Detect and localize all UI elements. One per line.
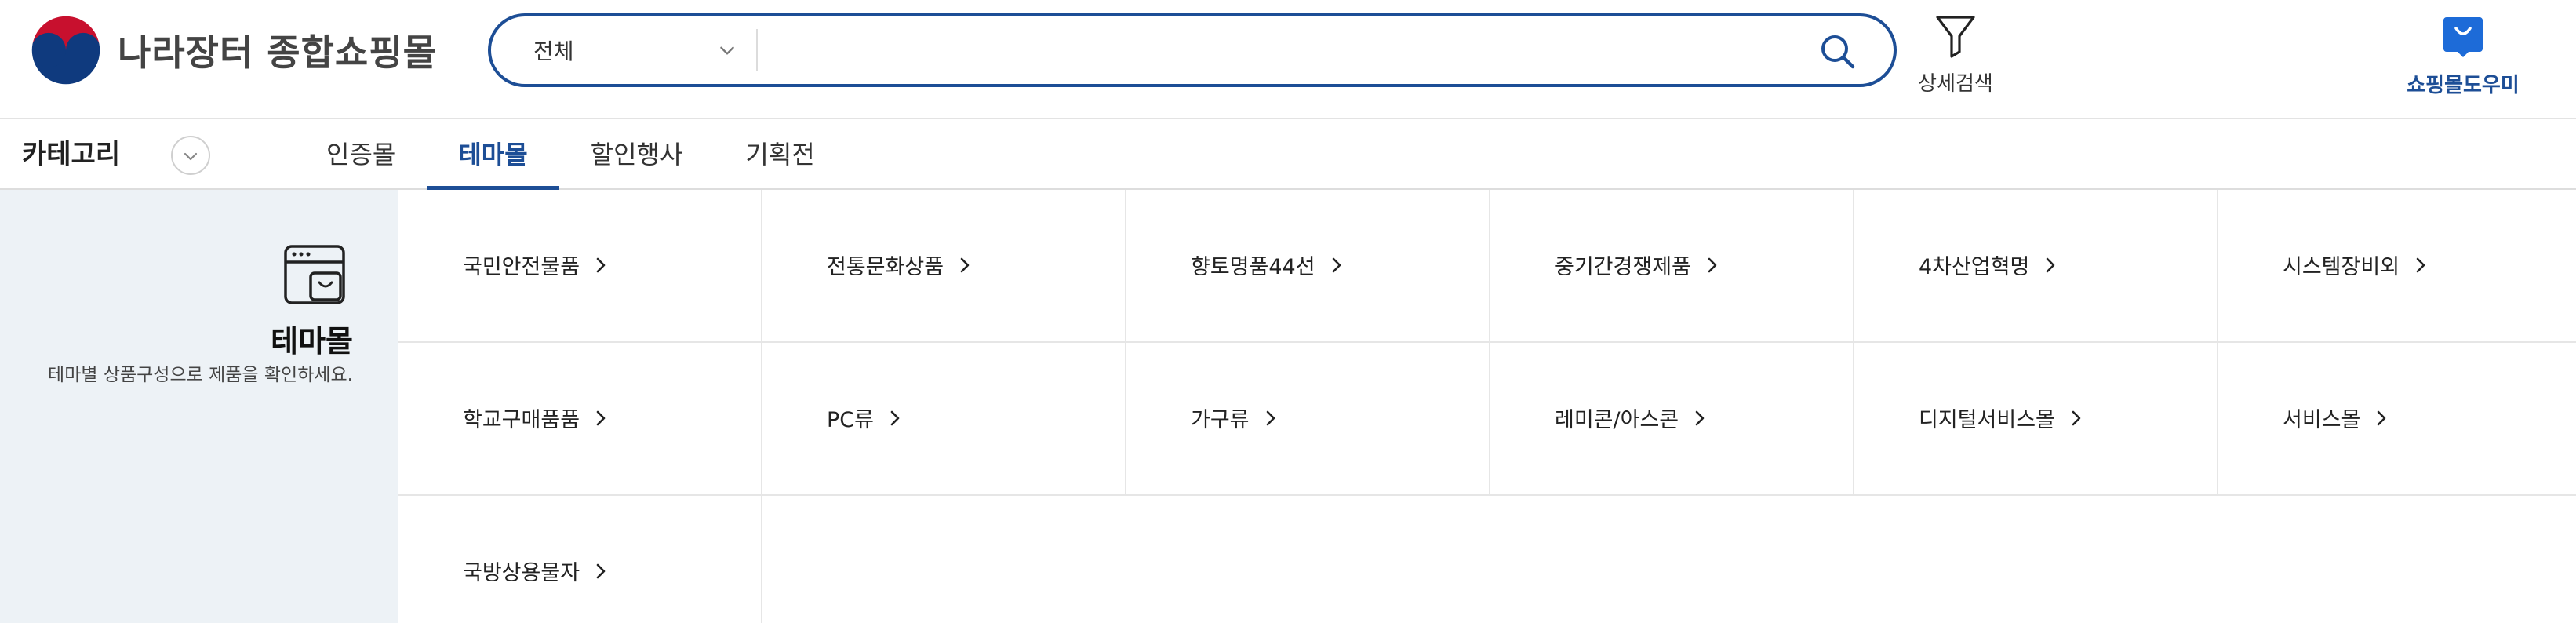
theme-item[interactable]: 국방상용물자 <box>398 496 762 623</box>
chevron-right-icon <box>1708 257 1717 272</box>
chevron-right-icon <box>1332 257 1341 272</box>
theme-item-label: PC류 <box>827 408 874 432</box>
theme-item[interactable]: 레미콘/아스콘 <box>1490 343 1854 496</box>
top-header: 나라장터 종합쇼핑몰 전체 상세검색 쇼핑몰도우미 <box>0 0 2576 119</box>
search-category-select[interactable]: 전체 <box>533 16 737 84</box>
chevron-right-icon <box>596 257 606 272</box>
search-category-value: 전체 <box>533 38 574 64</box>
category-toggle-button[interactable] <box>171 136 210 175</box>
category-nav: 카테고리 인증몰 테마몰 할인행사 기획전 <box>0 121 2576 190</box>
search-icon[interactable] <box>1818 32 1857 71</box>
tab-discount-event[interactable]: 할인행사 <box>559 121 715 188</box>
chevron-right-icon <box>2416 257 2425 272</box>
theme-item-label: 서비스몰 <box>2283 408 2361 432</box>
advanced-search-button[interactable]: 상세검색 <box>1912 13 1999 97</box>
theme-item-label: 중기간경쟁제품 <box>1555 255 1691 279</box>
theme-item[interactable]: 가구류 <box>1126 343 1490 496</box>
theme-item[interactable]: 향토명품44선 <box>1126 190 1490 343</box>
shopping-helper-button[interactable]: 쇼핑몰도우미 <box>2400 14 2526 98</box>
chevron-right-icon <box>596 410 606 425</box>
theme-item[interactable]: 4차산업혁명 <box>1854 190 2218 343</box>
chevron-down-icon <box>184 152 198 161</box>
chevron-down-icon <box>720 46 734 55</box>
search-bar: 전체 <box>488 13 1897 87</box>
theme-item[interactable]: 중기간경쟁제품 <box>1490 190 1854 343</box>
chevron-right-icon <box>960 257 970 272</box>
theme-item[interactable]: 전통문화상품 <box>762 190 1126 343</box>
shopping-helper-label: 쇼핑몰도우미 <box>2407 74 2520 97</box>
chevron-right-icon <box>596 563 606 578</box>
theme-item-label: 디지털서비스몰 <box>1919 408 2055 432</box>
chevron-right-icon <box>1266 410 1275 425</box>
theme-item-label: 레미콘/아스콘 <box>1555 408 1679 432</box>
theme-item-label: 향토명품44선 <box>1191 255 1315 279</box>
theme-item[interactable]: 서비스몰 <box>2218 343 2576 496</box>
tab-special-exhibition[interactable]: 기획전 <box>714 121 846 188</box>
site-logo[interactable]: 나라장터 종합쇼핑몰 <box>30 14 437 86</box>
theme-panel: 테마몰 테마별 상품구성으로 제품을 확인하세요. <box>0 190 398 623</box>
theme-panel-description: 테마별 상품구성으로 제품을 확인하세요. <box>48 365 353 385</box>
browser-bag-icon <box>284 245 345 304</box>
theme-item-label: 4차산업혁명 <box>1919 255 2030 279</box>
theme-item-label: 국민안전물품 <box>463 255 580 279</box>
chevron-right-icon <box>1695 410 1705 425</box>
theme-item-label: 시스템장비외 <box>2283 255 2400 279</box>
shopping-bag-icon <box>2443 17 2483 57</box>
theme-item[interactable]: PC류 <box>762 343 1126 496</box>
theme-item[interactable]: 학교구매품품 <box>398 343 762 496</box>
theme-item-label: 국방상용물자 <box>463 561 580 585</box>
theme-item-label: 전통문화상품 <box>827 255 944 279</box>
theme-item[interactable]: 시스템장비외 <box>2218 190 2576 343</box>
theme-item[interactable]: 국민안전물품 <box>398 190 762 343</box>
site-name: 나라장터 종합쇼핑몰 <box>118 31 437 74</box>
chevron-right-icon <box>2072 410 2081 425</box>
theme-item[interactable]: 디지털서비스몰 <box>1854 343 2218 496</box>
search-divider <box>756 29 758 71</box>
tab-theme-mall[interactable]: 테마몰 <box>427 121 559 190</box>
tab-certified-mall[interactable]: 인증몰 <box>295 121 427 188</box>
theme-panel-title: 테마몰 <box>271 324 353 359</box>
taegeuk-logo-icon <box>30 14 102 86</box>
theme-item-label: 학교구매품품 <box>463 408 580 432</box>
advanced-search-label: 상세검색 <box>1918 72 1993 96</box>
chevron-right-icon <box>890 410 900 425</box>
chevron-right-icon <box>2047 257 2055 272</box>
category-label: 카테고리 <box>22 139 121 170</box>
filter-icon <box>1936 16 1975 58</box>
chevron-right-icon <box>2378 410 2386 425</box>
theme-item-grid: 국민안전물품 전통문화상품 향토명품44선 중기간경쟁제품 4차산업혁명 시스템… <box>398 190 2576 623</box>
search-input[interactable] <box>773 24 1793 76</box>
mall-tabs: 인증몰 테마몰 할인행사 기획전 <box>295 121 846 190</box>
theme-item-label: 가구류 <box>1191 408 1250 432</box>
